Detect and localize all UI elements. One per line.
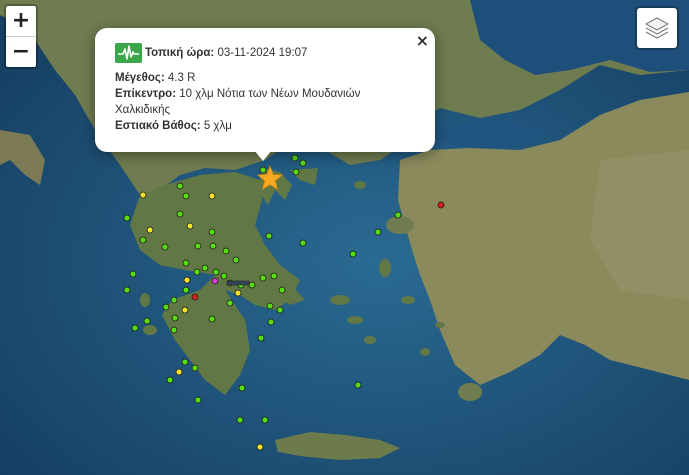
earthquake-marker[interactable] xyxy=(171,314,179,322)
earthquake-marker[interactable] xyxy=(162,303,170,311)
earthquake-marker[interactable] xyxy=(234,289,242,297)
earthquake-marker[interactable] xyxy=(374,228,382,236)
earthquake-marker[interactable] xyxy=(194,396,202,404)
earthquake-marker[interactable] xyxy=(139,236,147,244)
earthquake-marker[interactable] xyxy=(211,277,219,285)
earthquake-marker[interactable] xyxy=(161,243,169,251)
zoom-control: + − xyxy=(4,4,38,69)
earthquake-marker[interactable] xyxy=(123,214,131,222)
earthquake-marker[interactable] xyxy=(146,226,154,234)
earthquake-marker[interactable] xyxy=(208,192,216,200)
earthquake-marker[interactable] xyxy=(183,276,191,284)
earthquake-marker[interactable] xyxy=(259,166,267,174)
earthquake-marker[interactable] xyxy=(232,256,240,264)
earthquake-marker[interactable] xyxy=(257,334,265,342)
earthquake-marker[interactable] xyxy=(170,296,178,304)
epicenter-label: Επίκεντρο: xyxy=(115,88,177,100)
earthquake-marker[interactable] xyxy=(349,250,357,258)
earthquake-marker[interactable] xyxy=(191,364,199,372)
earthquake-marker[interactable] xyxy=(236,416,244,424)
depth-label: Εστιακό Βάθος: xyxy=(115,120,201,132)
earthquake-marker[interactable] xyxy=(186,222,194,230)
earthquake-marker[interactable] xyxy=(176,210,184,218)
earthquake-marker[interactable] xyxy=(238,384,246,392)
earthquake-marker[interactable] xyxy=(291,154,299,162)
layers-icon xyxy=(644,17,670,39)
athens-cluster xyxy=(226,280,250,286)
earthquake-marker[interactable] xyxy=(131,324,139,332)
epicenter-value-cont: Χαλκιδικής xyxy=(115,104,171,116)
earthquake-marker[interactable] xyxy=(191,293,199,301)
time-value: 03-11-2024 19:07 xyxy=(214,47,308,59)
earthquake-marker[interactable] xyxy=(212,268,220,276)
earthquake-marker[interactable] xyxy=(278,286,286,294)
earthquake-marker[interactable] xyxy=(209,242,217,250)
earthquake-marker[interactable] xyxy=(276,306,284,314)
close-icon[interactable]: × xyxy=(416,31,429,50)
zoom-out-button[interactable]: − xyxy=(6,36,36,67)
marmara-sea xyxy=(435,122,545,148)
depth-value: 5 χλμ xyxy=(200,120,232,132)
earthquake-marker[interactable] xyxy=(143,317,151,325)
earthquake-marker[interactable] xyxy=(166,376,174,384)
earthquake-marker[interactable] xyxy=(220,272,228,280)
time-label: Τοπική ώρα: xyxy=(145,47,215,59)
earthquake-marker[interactable] xyxy=(182,259,190,267)
earthquake-marker[interactable] xyxy=(208,228,216,236)
earthquake-marker[interactable] xyxy=(139,191,147,199)
earthquake-marker[interactable] xyxy=(292,168,300,176)
earthquake-marker[interactable] xyxy=(176,182,184,190)
popup-tip xyxy=(254,150,272,161)
earthquake-marker[interactable] xyxy=(261,416,269,424)
zoom-in-button[interactable]: + xyxy=(6,6,36,36)
earthquake-marker[interactable] xyxy=(437,201,445,209)
earthquake-marker[interactable] xyxy=(182,286,190,294)
earthquake-marker[interactable] xyxy=(194,242,202,250)
earthquake-marker[interactable] xyxy=(248,281,256,289)
seismograph-icon xyxy=(115,43,142,63)
earthquake-marker[interactable] xyxy=(354,381,362,389)
magnitude-value: 4.3 R xyxy=(164,72,196,84)
earthquake-popup: × Τοπική ώρα: 03-11-2024 19:07 Μέγεθος: … xyxy=(95,28,435,152)
earthquake-marker[interactable] xyxy=(394,211,402,219)
earthquake-marker[interactable] xyxy=(266,302,274,310)
earthquake-marker[interactable] xyxy=(259,274,267,282)
earthquake-marker[interactable] xyxy=(222,247,230,255)
earthquake-marker[interactable] xyxy=(299,239,307,247)
earthquake-marker[interactable] xyxy=(123,286,131,294)
earthquake-marker[interactable] xyxy=(129,270,137,278)
earthquake-marker[interactable] xyxy=(256,443,264,451)
earthquake-marker[interactable] xyxy=(270,272,278,280)
earthquake-marker[interactable] xyxy=(299,159,307,167)
earthquake-marker[interactable] xyxy=(226,299,234,307)
epicenter-value: 10 χλμ Νότια των Νέων Μουδανιών xyxy=(176,88,361,100)
earthquake-marker[interactable] xyxy=(182,192,190,200)
earthquake-marker[interactable] xyxy=(170,326,178,334)
magnitude-label: Μέγεθος: xyxy=(115,72,165,84)
earthquake-marker[interactable] xyxy=(181,358,189,366)
earthquake-marker[interactable] xyxy=(193,268,201,276)
earthquake-marker[interactable] xyxy=(267,318,275,326)
earthquake-marker[interactable] xyxy=(181,306,189,314)
layers-button[interactable] xyxy=(635,6,679,50)
earthquake-marker[interactable] xyxy=(175,368,183,376)
earthquake-marker[interactable] xyxy=(208,315,216,323)
earthquake-marker[interactable] xyxy=(201,264,209,272)
earthquake-marker[interactable] xyxy=(265,232,273,240)
